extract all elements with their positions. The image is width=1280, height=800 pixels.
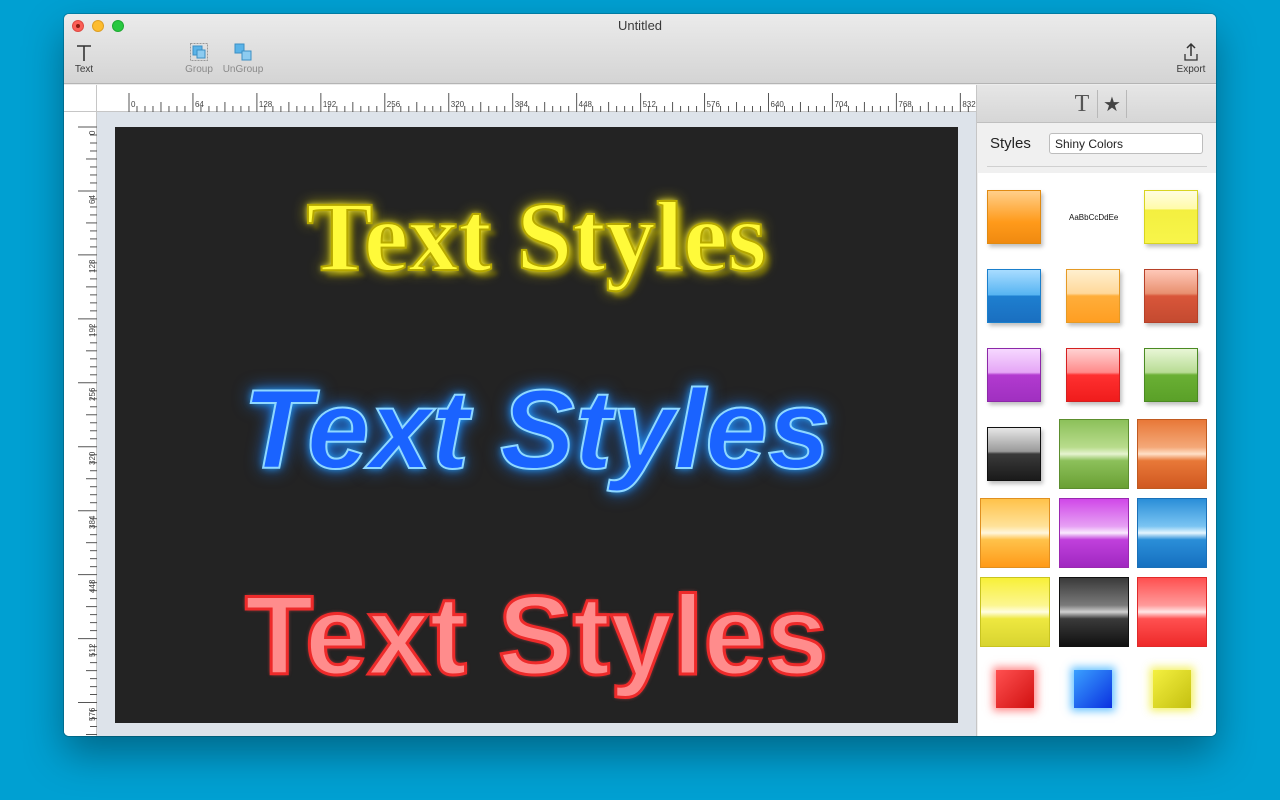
divider <box>987 166 1207 167</box>
style-swatch-red-glow[interactable] <box>996 670 1034 708</box>
ruler-label: 704 <box>834 100 848 109</box>
style-swatch-blue[interactable] <box>987 269 1041 323</box>
ungroup-label: UnGroup <box>222 64 264 75</box>
ruler-label: 448 <box>578 100 592 109</box>
red-text-object[interactable]: Text Styles <box>115 571 958 700</box>
ruler-label: 128 <box>258 100 273 109</box>
ruler-label: 0 <box>131 100 136 109</box>
style-swatch-red[interactable] <box>1066 348 1120 402</box>
styles-label: Styles <box>990 135 1031 152</box>
ruler-corner <box>64 85 97 112</box>
style-swatch-green[interactable] <box>1144 348 1198 402</box>
style-swatch-orange-band[interactable] <box>1137 419 1207 489</box>
blue-text-object[interactable]: Text Styles <box>115 365 958 494</box>
sidebar-tabs: T ★ <box>977 85 1216 123</box>
style-swatch-plain-text[interactable]: AaBbCcDdEe <box>1069 213 1118 222</box>
horizontal-ruler: 0 64 128 192 256 320 384 448 512 576 640 704 768 832 <box>97 85 976 112</box>
ruler-label: 512 <box>642 100 656 109</box>
ruler-label: 256 <box>386 100 401 109</box>
style-swatch-purple-band[interactable] <box>1059 498 1129 568</box>
ruler-label: 832 <box>962 100 976 109</box>
ruler-label: 384 <box>88 515 97 529</box>
document-canvas[interactable]: Text Styles Text Styles Text Styles <box>115 127 958 723</box>
styles-tab-star-icon[interactable]: ★ <box>1097 90 1127 118</box>
canvas-area: 0 64 128 192 256 320 384 448 512 576 640 704 768 832 … <box>64 85 976 736</box>
style-swatch-yellow[interactable] <box>1144 190 1198 244</box>
ruler-label: 64 <box>88 195 97 204</box>
styles-row: Styles Shiny Colors <box>977 133 1216 165</box>
style-palette: AaBbCcDdEe <box>978 173 1216 736</box>
ruler-label: 64 <box>194 100 204 109</box>
ruler-label: 576 <box>706 100 720 109</box>
group-icon <box>182 40 216 64</box>
ruler-label: 640 <box>770 100 784 109</box>
window-title: Untitled <box>617 18 663 33</box>
ruler-label: 192 <box>322 100 337 109</box>
style-swatch-blue-band[interactable] <box>1137 498 1207 568</box>
style-swatch-black-band[interactable] <box>1059 577 1129 647</box>
ruler-label: 320 <box>450 100 465 109</box>
ruler-label: 576 <box>88 707 97 721</box>
ruler-label: 128 <box>88 259 97 273</box>
style-swatch-light-orange[interactable] <box>1066 269 1120 323</box>
ruler-label: 320 <box>88 451 97 465</box>
app-window: Untitled Text Group UnGroup Export 0 64 … <box>64 14 1216 736</box>
group-button[interactable]: Group <box>182 40 216 75</box>
ruler-label: 768 <box>898 100 912 109</box>
ruler-label: 448 <box>88 579 97 593</box>
styles-sidebar: T ★ Styles Shiny Colors AaBbCcDdEe <box>976 85 1216 736</box>
style-swatch-orange[interactable] <box>987 190 1041 244</box>
style-swatch-yellow-orange-band[interactable] <box>980 498 1050 568</box>
toolbar: Untitled Text Group UnGroup Export <box>64 14 1216 84</box>
export-label: Export <box>1176 64 1206 75</box>
style-swatch-yellow-glow[interactable] <box>1153 670 1191 708</box>
style-swatch-red-band[interactable] <box>1137 577 1207 647</box>
style-swatch-yellow-band[interactable] <box>980 577 1050 647</box>
text-tool-label: Text <box>74 64 94 75</box>
styles-category-select[interactable]: Shiny Colors <box>1049 133 1203 154</box>
style-swatch-green-band[interactable] <box>1059 419 1129 489</box>
style-swatch-black[interactable] <box>987 427 1041 481</box>
style-swatch-brick[interactable] <box>1144 269 1198 323</box>
text-tool-icon <box>72 42 96 64</box>
ungroup-button[interactable]: UnGroup <box>221 40 265 75</box>
export-icon <box>1172 40 1210 64</box>
text-tool-button[interactable]: Text <box>72 42 96 75</box>
export-button[interactable]: Export <box>1172 40 1210 75</box>
style-swatch-purple[interactable] <box>987 348 1041 402</box>
ruler-label: 256 <box>88 387 97 401</box>
ungroup-icon <box>221 40 265 64</box>
group-label: Group <box>185 64 213 75</box>
ruler-label: 512 <box>88 643 97 657</box>
ruler-label: 384 <box>514 100 529 109</box>
ruler-label: 192 <box>88 323 97 337</box>
style-swatch-blue-glow[interactable] <box>1074 670 1112 708</box>
vertical-ruler: 0 64 128 192 256 320 384 448 512 576 <box>64 112 97 736</box>
ruler-label: 0 <box>88 130 97 135</box>
text-properties-tab-icon[interactable]: T <box>1069 90 1095 118</box>
yellow-text-object[interactable]: Text Styles <box>115 179 958 294</box>
